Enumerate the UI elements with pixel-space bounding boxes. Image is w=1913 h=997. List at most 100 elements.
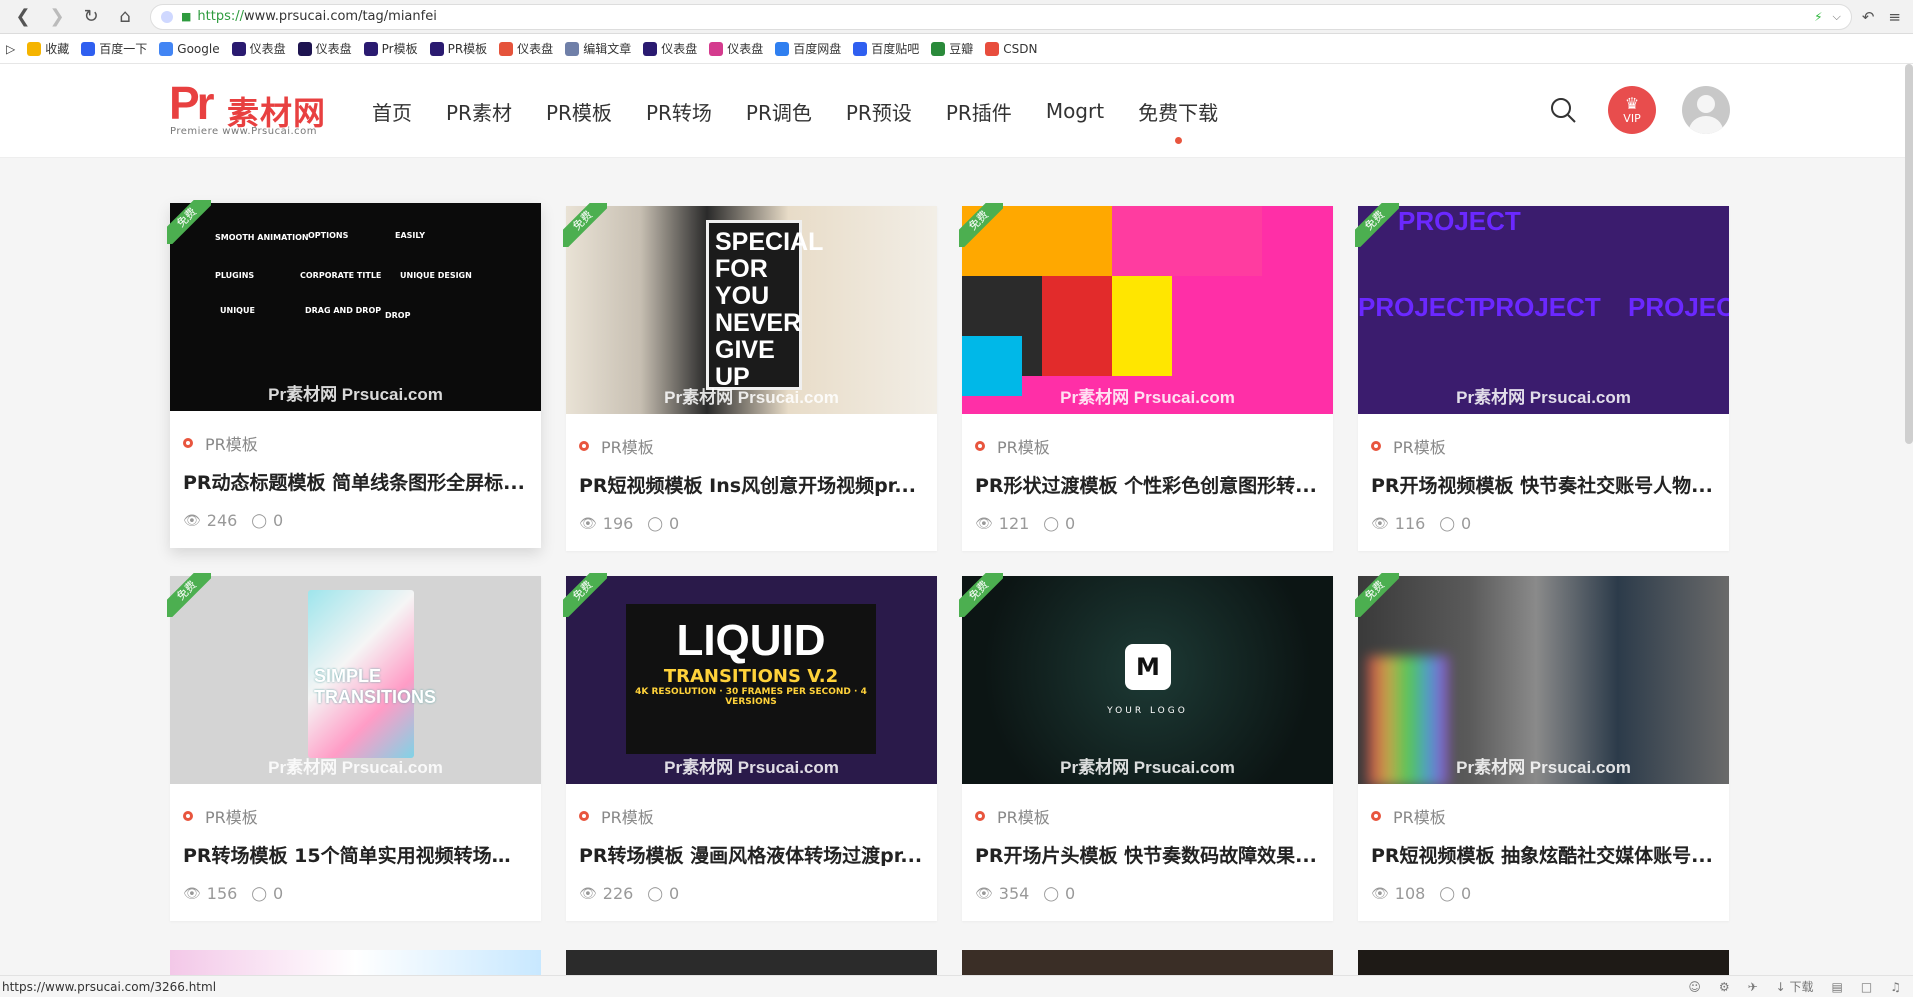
search-icon[interactable]	[1548, 95, 1578, 125]
avatar-head	[1697, 95, 1715, 113]
site-logo[interactable]: Pr 素材网 Premiere www.Prsucai.com	[169, 80, 329, 137]
free-ribbon: 免费	[1355, 203, 1399, 247]
view-count: 246	[206, 511, 238, 530]
bookmark-item[interactable]: 仪表盘	[297, 40, 352, 57]
bookmark-item[interactable]: 收藏	[27, 40, 69, 57]
template-card[interactable]: LIQUID TRANSITIONS V.2 4K RESOLUTION · 30 …	[563, 573, 937, 921]
card-category[interactable]: PR模板	[1371, 804, 1446, 828]
logo-sub: Premiere www.Prsucai.com	[170, 126, 318, 137]
thumb-block	[1112, 276, 1172, 376]
card-thumbnail[interactable]: LIQUID TRANSITIONS V.2 4K RESOLUTION · 30 …	[566, 576, 937, 784]
vip-button[interactable]: ♛ VIP	[1608, 86, 1656, 134]
nav-item[interactable]: PR模板	[546, 97, 612, 126]
bookmark-item[interactable]: Pr模板	[363, 40, 418, 57]
card-thumbnail[interactable]: SPECIAL FOR YOU NEVER GIVE UP Pr素材网 Prsuc…	[566, 206, 937, 414]
download-button[interactable]: ↓ 下载	[1776, 978, 1814, 995]
template-card[interactable]: M YOUR LOGO Pr素材网 Prsucai.com 免费 PR模板 PR开场片头模…	[959, 573, 1333, 921]
reload-icon[interactable]: ↻	[74, 3, 108, 31]
bookmark-item[interactable]: CSDN	[985, 41, 1038, 56]
card-title[interactable]: PR短视频模板 Ins风创意开场视频pr...	[579, 471, 924, 498]
bookmark-item[interactable]: 百度贴吧	[853, 40, 919, 57]
bookmark-item[interactable]: 仪表盘	[643, 40, 697, 57]
category-dot-icon	[579, 811, 589, 821]
watermark: Pr素材网 Prsucai.com	[268, 758, 443, 777]
status-icon[interactable]: ☺	[1688, 980, 1701, 994]
volume-icon[interactable]: ♫	[1890, 980, 1901, 994]
template-card[interactable]: SPECIAL FOR YOU NEVER GIVE UP Pr素材网 Prsuc…	[563, 203, 937, 551]
chevron-down-icon[interactable]: ⌵	[1833, 10, 1841, 24]
home-icon[interactable]: ⌂	[108, 3, 142, 31]
forward-arrow-icon[interactable]: ❯	[40, 3, 74, 31]
sidebar-toggle-icon[interactable]: ▷	[6, 42, 15, 56]
bookmark-item[interactable]: 豆瓣	[931, 40, 973, 57]
free-ribbon-label: 免费	[959, 203, 1003, 247]
bookmark-item[interactable]: 编辑文章	[565, 40, 631, 57]
card-thumbnail[interactable]: Pr素材网 Prsucai.com	[1358, 576, 1729, 784]
bookmark-item[interactable]: 百度网盘	[775, 40, 841, 57]
card-category[interactable]: PR模板	[183, 804, 258, 828]
status-icon[interactable]: ⚙	[1719, 980, 1730, 994]
color-wheel-icon	[709, 41, 724, 56]
bookmark-item[interactable]: 百度一下	[81, 40, 147, 57]
category-dot-icon	[975, 441, 985, 451]
status-icon[interactable]: □	[1861, 980, 1872, 994]
status-icon[interactable]: ✈	[1748, 980, 1758, 994]
bookmark-label: 百度贴吧	[871, 42, 920, 56]
view-count: 108	[1394, 884, 1426, 903]
comment-count: 0	[1065, 514, 1076, 533]
nav-item[interactable]: PR转场	[646, 97, 712, 126]
card-title[interactable]: PR短视频模板 抽象炫酷社交媒体账号...	[1371, 841, 1716, 868]
watermark: Pr素材网 Prsucai.com	[664, 758, 839, 777]
card-thumbnail[interactable]: M YOUR LOGO Pr素材网 Prsucai.com	[962, 576, 1333, 784]
bookmark-label: Google	[177, 41, 220, 56]
card-category[interactable]: PR模板	[1371, 434, 1446, 458]
card-category[interactable]: PR模板	[975, 804, 1050, 828]
card-title[interactable]: PR开场视频模板 快节奏社交账号人物...	[1371, 471, 1716, 498]
category-dot-icon	[183, 438, 193, 448]
card-title[interactable]: PR动态标题模板 简单线条图形全屏标...	[183, 468, 528, 495]
bookmark-item[interactable]: PR模板	[429, 40, 487, 57]
menu-icon[interactable]: ≡	[1888, 8, 1901, 26]
status-icon[interactable]: ▤	[1832, 980, 1843, 994]
bookmark-item[interactable]: 仪表盘	[231, 40, 286, 57]
address-bar[interactable]: ■ https:// www.prsucai.com/tag/mianfei ⚡…	[150, 3, 1852, 30]
back-arrow-icon[interactable]: ❮	[6, 3, 40, 31]
nav-item[interactable]: PR预设	[846, 97, 912, 126]
bookmark-item[interactable]: Google	[159, 41, 220, 56]
card-title[interactable]: PR转场模板 15个简单实用视频转场过...	[183, 841, 528, 868]
nav-item[interactable]: Mogrt	[1046, 99, 1104, 123]
bookmark-item[interactable]: 仪表盘	[499, 40, 553, 57]
template-card[interactable]: SMOOTH ANIMATION OPTIONS EASILY PLUGINS CORP…	[167, 200, 541, 548]
card-category[interactable]: PR模板	[183, 431, 258, 455]
nav-item[interactable]: PR插件	[946, 97, 1012, 126]
template-card[interactable]: Pr素材网 Prsucai.com 免费 PR模板 PR形状过渡模板 个性彩色创意图形…	[959, 203, 1333, 551]
card-thumbnail[interactable]: Pr素材网 Prsucai.com	[962, 206, 1333, 414]
nav-item[interactable]: 首页	[372, 97, 412, 126]
card-category[interactable]: PR模板	[579, 804, 654, 828]
thumb-text: LIQUID	[676, 616, 826, 665]
bolt-icon[interactable]: ⚡	[1814, 10, 1822, 24]
undo-icon[interactable]: ↶	[1862, 8, 1875, 26]
card-category[interactable]: PR模板	[975, 434, 1050, 458]
card-category[interactable]: PR模板	[579, 434, 654, 458]
card-title[interactable]: PR形状过渡模板 个性彩色创意图形转...	[975, 471, 1320, 498]
thumb-block	[1112, 206, 1262, 276]
nav-item[interactable]: PR素材	[446, 97, 512, 126]
card-thumbnail[interactable]: SMOOTH ANIMATION OPTIONS EASILY PLUGINS CORP…	[170, 203, 541, 411]
category-label: PR模板	[601, 438, 654, 457]
card-thumbnail[interactable]: PROJECTPROJECTPROJECTPROJECTPr素材网 Prsuca…	[1358, 206, 1729, 414]
scrollbar[interactable]	[1905, 64, 1913, 444]
nav-item[interactable]: 免费下载	[1138, 97, 1218, 144]
template-card[interactable]: SIMPLE TRANSITIONS Pr素材网 Prsucai.com 免费 PR模…	[167, 573, 541, 921]
comment-icon: ◯	[251, 885, 267, 902]
browser-toolbar: ❮ ❯ ↻ ⌂ ■ https:// www.prsucai.com/tag/m…	[0, 0, 1913, 34]
nav-item[interactable]: PR调色	[746, 97, 812, 126]
crown-icon: ♛	[1624, 93, 1640, 113]
template-card[interactable]: PROJECTPROJECTPROJECTPROJECTPr素材网 Prsuca…	[1355, 203, 1729, 551]
card-title[interactable]: PR转场模板 漫画风格液体转场过渡pr...	[579, 841, 924, 868]
bookmark-item[interactable]: 仪表盘	[709, 40, 763, 57]
template-card[interactable]: Pr素材网 Prsucai.com 免费 PR模板 PR短视频模板 抽象炫酷社交媒体账…	[1355, 573, 1729, 921]
card-thumbnail[interactable]: SIMPLE TRANSITIONS Pr素材网 Prsucai.com	[170, 576, 541, 784]
avatar[interactable]	[1682, 86, 1730, 134]
card-title[interactable]: PR开场片头模板 快节奏数码故障效果...	[975, 841, 1320, 868]
